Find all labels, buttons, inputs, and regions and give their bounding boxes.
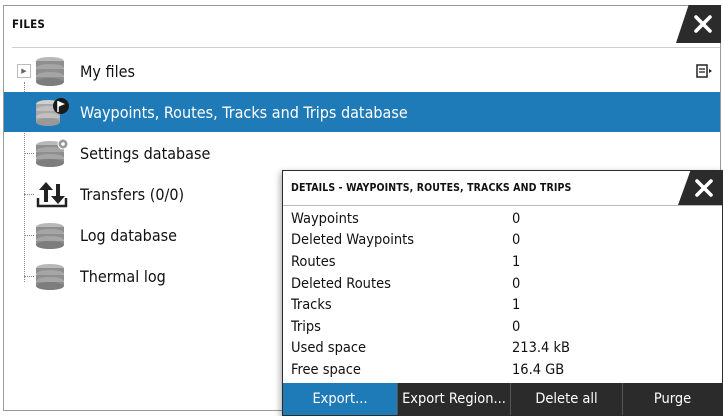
detail-row: Deleted Waypoints 0	[291, 230, 722, 252]
files-panel-title: FILES	[12, 17, 46, 31]
details-close-button[interactable]	[678, 171, 722, 205]
details-title: DETAILS - WAYPOINTS, ROUTES, TRACKS AND …	[291, 182, 572, 194]
tree-branch	[24, 153, 34, 154]
detail-value: 213.4 kB	[512, 340, 570, 357]
file-item-waypoints-db[interactable]: Waypoints, Routes, Tracks and Trips data…	[4, 92, 720, 132]
file-item-my-files[interactable]: ▶ My files	[4, 51, 720, 91]
file-item-label: My files	[80, 61, 135, 81]
detail-key: Deleted Routes	[291, 275, 391, 292]
detail-value: 0	[512, 210, 521, 227]
detail-value: 0	[512, 275, 521, 292]
detail-key: Waypoints	[291, 210, 359, 227]
detail-value: 1	[512, 253, 521, 270]
detail-row: Trips 0	[291, 316, 722, 338]
tree-branch	[24, 194, 34, 195]
purge-button[interactable]: Purge	[623, 383, 722, 415]
detail-key: Tracks	[291, 297, 332, 314]
tree-branch	[24, 276, 34, 277]
details-list: Waypoints 0 Deleted Waypoints 0 Routes 1…	[291, 208, 722, 381]
details-header: DETAILS - WAYPOINTS, ROUTES, TRACKS AND …	[283, 171, 722, 205]
transfer-arrows-icon	[36, 182, 68, 208]
details-divider	[283, 205, 722, 206]
file-item-label: Transfers (0/0)	[80, 184, 185, 204]
title-divider	[12, 47, 720, 48]
detail-row: Free space 16.4 GB	[291, 359, 722, 381]
file-item-label: Thermal log	[80, 266, 166, 286]
tree-branch	[24, 235, 34, 236]
expand-icon[interactable]: ▶	[17, 64, 31, 78]
context-menu-icon[interactable]	[696, 64, 712, 78]
detail-row: Used space 213.4 kB	[291, 338, 722, 360]
detail-value: 0	[512, 232, 521, 249]
file-item-label: Settings database	[80, 143, 211, 163]
file-item-settings-db[interactable]: Settings database	[4, 133, 720, 173]
files-close-button[interactable]	[676, 5, 721, 43]
detail-row: Routes 1	[291, 251, 722, 273]
detail-key: Trips	[291, 318, 321, 335]
details-button-bar: Export... Export Region... Delete all Pu…	[283, 383, 722, 415]
detail-row: Tracks 1	[291, 294, 722, 316]
file-item-label: Waypoints, Routes, Tracks and Trips data…	[80, 102, 408, 122]
export-region-button[interactable]: Export Region...	[398, 383, 511, 415]
close-icon	[694, 15, 712, 33]
export-button[interactable]: Export...	[283, 383, 398, 415]
delete-all-button[interactable]: Delete all	[511, 383, 623, 415]
database-flag-icon	[36, 98, 69, 126]
close-icon	[695, 179, 713, 197]
details-dialog: DETAILS - WAYPOINTS, ROUTES, TRACKS AND …	[282, 170, 723, 416]
detail-key: Used space	[291, 340, 367, 357]
database-gear-icon	[36, 138, 69, 167]
database-icon	[36, 57, 64, 86]
detail-key: Deleted Waypoints	[291, 232, 415, 249]
database-icon	[36, 223, 64, 249]
detail-value: 16.4 GB	[512, 361, 565, 378]
detail-value: 1	[512, 297, 521, 314]
detail-row: Waypoints 0	[291, 208, 722, 230]
detail-key: Routes	[291, 253, 336, 270]
detail-value: 0	[512, 318, 521, 335]
detail-row: Deleted Routes 0	[291, 273, 722, 295]
detail-key: Free space	[291, 361, 361, 378]
database-icon	[36, 264, 64, 290]
file-item-label: Log database	[80, 225, 177, 245]
